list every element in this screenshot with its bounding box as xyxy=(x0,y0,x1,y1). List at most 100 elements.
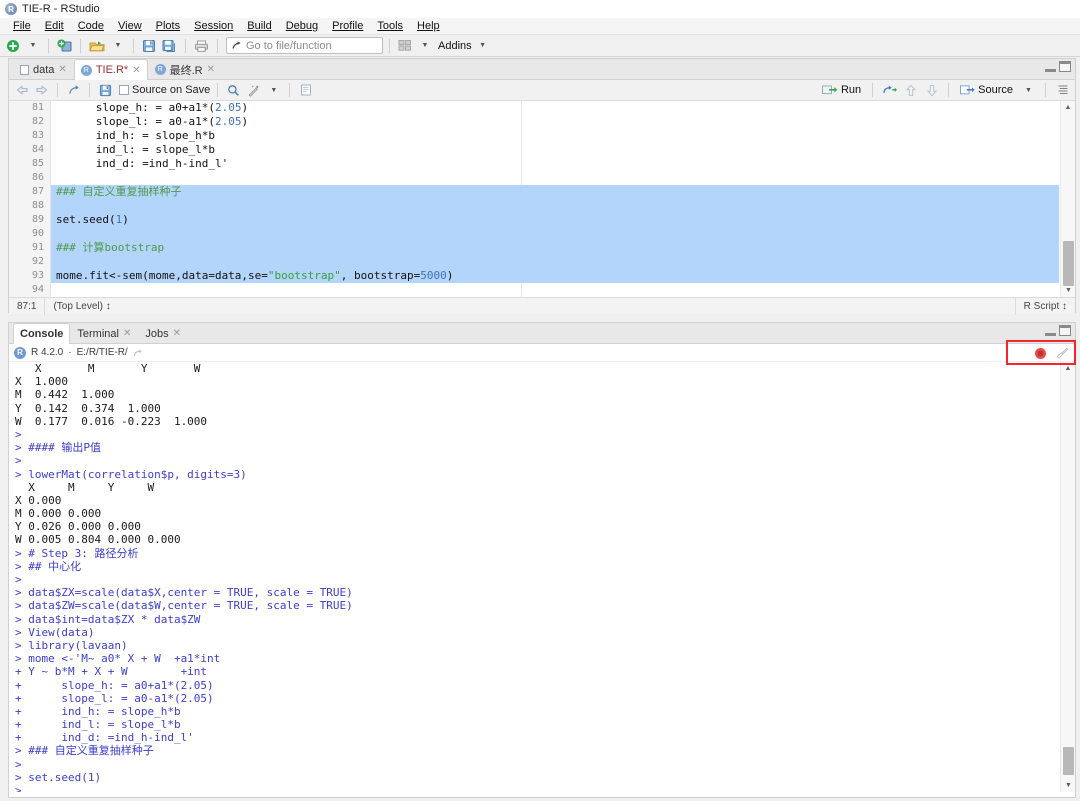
addins-chevron-down-icon[interactable]: ▼ xyxy=(474,37,492,55)
menu-file[interactable]: File xyxy=(6,19,38,33)
maximize-pane-icon[interactable] xyxy=(1059,61,1071,72)
close-icon[interactable]: ✕ xyxy=(132,65,140,76)
up-arrow-icon[interactable] xyxy=(902,82,919,99)
save-icon[interactable] xyxy=(97,82,114,99)
stop-execution-icon[interactable] xyxy=(1035,347,1046,359)
open-chevron-down-icon[interactable]: ▼ xyxy=(109,37,127,55)
forward-arrow-icon[interactable] xyxy=(33,82,50,99)
minimize-pane-icon[interactable] xyxy=(1045,330,1056,336)
code-line[interactable]: ind_h: = slope_h*b xyxy=(51,129,1059,143)
checkbox-icon[interactable] xyxy=(119,85,129,95)
code-line[interactable]: ### 自定义重复抽样种子 xyxy=(51,185,1059,199)
down-arrow-icon[interactable] xyxy=(923,82,940,99)
menu-help[interactable]: Help xyxy=(410,19,447,33)
working-directory[interactable]: E:/R/TIE-R/ xyxy=(77,347,128,358)
run-button[interactable]: Run xyxy=(819,83,864,97)
code-editor[interactable]: 818283848586878889909192939495969798 slo… xyxy=(9,101,1075,297)
scroll-up-icon[interactable]: ▲ xyxy=(1061,362,1075,375)
menu-plots[interactable]: Plots xyxy=(149,19,187,33)
console-scroll-thumb[interactable] xyxy=(1063,747,1074,775)
close-icon[interactable]: ✕ xyxy=(173,328,181,339)
code-line[interactable]: ind_l: = slope_l*b xyxy=(51,143,1059,157)
tab-terminal[interactable]: Terminal ✕ xyxy=(70,323,138,343)
menu-edit[interactable]: Edit xyxy=(38,19,71,33)
menu-view[interactable]: View xyxy=(111,19,149,33)
editor-status-right: R Script ↕ xyxy=(1014,297,1075,315)
editor-divider xyxy=(57,83,58,97)
show-in-new-window-icon[interactable] xyxy=(65,82,82,99)
back-arrow-icon[interactable] xyxy=(13,82,30,99)
save-icon[interactable] xyxy=(140,37,158,55)
open-folder-icon[interactable] xyxy=(87,37,107,55)
code-tools-magic-icon[interactable] xyxy=(245,82,262,99)
minimize-pane-icon[interactable] xyxy=(1045,66,1056,72)
code-line[interactable] xyxy=(51,283,1059,297)
source-button[interactable]: Source xyxy=(957,83,1016,97)
maximize-pane-icon[interactable] xyxy=(1059,325,1071,336)
console-output-line: W 0.177 0.016 -0.223 1.000 xyxy=(15,414,208,428)
r-script-icon: R xyxy=(80,64,92,76)
scroll-down-icon[interactable]: ▼ xyxy=(1061,779,1075,792)
header-separator: · xyxy=(68,347,72,358)
console-command-line: > #### 输出P值 xyxy=(15,441,101,455)
clear-console-broom-icon[interactable] xyxy=(1055,347,1069,359)
print-icon[interactable] xyxy=(192,37,211,55)
tab-console[interactable]: Console xyxy=(13,323,71,344)
new-file-icon[interactable] xyxy=(4,37,22,55)
menu-code[interactable]: Code xyxy=(71,19,111,33)
workspace-panes-icon[interactable] xyxy=(396,37,414,55)
menu-profile[interactable]: Profile xyxy=(325,19,370,33)
chevron-down-icon[interactable]: ▼ xyxy=(265,82,282,99)
editor-status-bar: 87:1 (Top Level) ↕ R Script ↕ xyxy=(9,297,1075,315)
source-tab-final-r[interactable]: R 最终.R ✕ xyxy=(148,59,222,79)
code-token: ind_h: = slope_h*b xyxy=(56,129,215,142)
code-line[interactable] xyxy=(51,227,1059,241)
console-output-area[interactable]: X M Y WX 1.000 M 0.442 1.000 Y 0.142 0.374… xyxy=(9,362,1075,792)
console-output-line: M 0.000 0.000 xyxy=(15,507,102,521)
show-outline-icon[interactable] xyxy=(1054,82,1071,99)
save-all-icon[interactable] xyxy=(160,37,179,55)
code-scope-selector[interactable]: (Top Level) ↕ xyxy=(45,301,118,312)
menu-session[interactable]: Session xyxy=(187,19,240,33)
code-line[interactable] xyxy=(51,255,1059,269)
source-on-save-toggle[interactable]: Source on Save xyxy=(117,84,210,96)
line-number: 85 xyxy=(31,158,44,169)
code-line[interactable]: set.seed(1) xyxy=(51,213,1059,227)
menu-tools[interactable]: Tools xyxy=(370,19,410,33)
scroll-up-icon[interactable]: ▲ xyxy=(1061,101,1075,114)
editor-scroll-thumb[interactable] xyxy=(1063,241,1074,286)
rerun-previous-icon[interactable] xyxy=(881,82,898,99)
new-project-icon[interactable] xyxy=(55,37,74,55)
document-outline-icon[interactable] xyxy=(297,82,314,99)
code-line[interactable]: mome.fit<-sem(mome,data=data,se="bootstr… xyxy=(51,269,1059,283)
menu-build[interactable]: Build xyxy=(240,19,278,33)
source-tab-tie-r[interactable]: R TIE.R* ✕ xyxy=(73,59,148,80)
goto-file-function-input[interactable]: Go to file/function xyxy=(226,37,383,54)
code-line[interactable] xyxy=(51,199,1059,213)
search-icon[interactable] xyxy=(225,82,242,99)
tab-jobs[interactable]: Jobs ✕ xyxy=(138,323,188,343)
close-icon[interactable]: ✕ xyxy=(58,64,66,75)
code-token: slope_h: = a0+a1*( xyxy=(56,101,215,114)
file-type-selector[interactable]: R Script ↕ xyxy=(1016,301,1075,312)
code-line[interactable] xyxy=(51,171,1059,185)
workspace-chevron-down-icon[interactable]: ▼ xyxy=(416,37,434,55)
console-vertical-scrollbar[interactable]: ▲ ▼ xyxy=(1060,362,1075,792)
source-tab-data[interactable]: data ✕ xyxy=(13,59,74,79)
code-lines[interactable]: slope_h: = a0+a1*(2.05) slope_l: = a0-a1… xyxy=(51,101,1059,297)
editor-vertical-scrollbar[interactable]: ▲ ▼ xyxy=(1060,101,1075,297)
addins-label[interactable]: Addins xyxy=(436,40,472,52)
scroll-down-icon[interactable]: ▼ xyxy=(1061,284,1075,297)
code-line[interactable]: ind_d: =ind_h-ind_l' xyxy=(51,157,1059,171)
code-line[interactable]: ### 计算bootstrap xyxy=(51,241,1059,255)
code-line[interactable]: slope_l: = a0-a1*(2.05) xyxy=(51,115,1059,129)
close-icon[interactable]: ✕ xyxy=(123,328,131,339)
view-in-new-window-icon[interactable] xyxy=(133,348,144,358)
console-command-line: + ind_d: =ind_h-ind_l' xyxy=(15,731,194,745)
close-icon[interactable]: ✕ xyxy=(207,64,215,75)
new-file-chevron-down-icon[interactable]: ▼ xyxy=(24,37,42,55)
menu-debug[interactable]: Debug xyxy=(279,19,325,33)
chevron-down-icon[interactable]: ▼ xyxy=(1020,82,1037,99)
console-command-line: > # Step 3: 路径分析 xyxy=(15,546,139,560)
code-line[interactable]: slope_h: = a0+a1*(2.05) xyxy=(51,101,1059,115)
